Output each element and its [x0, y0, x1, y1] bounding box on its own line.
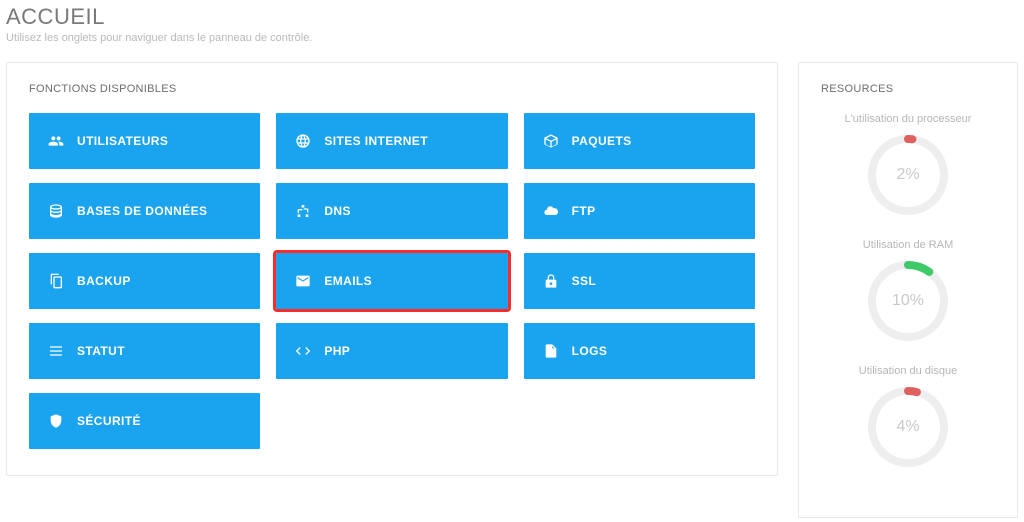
- tile-sitemap[interactable]: DNS: [276, 183, 507, 239]
- page-title: ACCUEIL: [6, 4, 1018, 30]
- tile-package[interactable]: PAQUETS: [524, 113, 755, 169]
- tile-label: PAQUETS: [572, 134, 632, 148]
- tile-lock[interactable]: SSL: [524, 253, 755, 309]
- functions-panel: FONCTIONS DISPONIBLES UTILISATEURS SITES …: [6, 62, 778, 476]
- resource-value: 2%: [866, 133, 950, 217]
- tile-label: PHP: [324, 344, 350, 358]
- tile-label: UTILISATEURS: [77, 134, 168, 148]
- page-subtitle: Utilisez les onglets pour naviguer dans …: [6, 32, 1018, 44]
- tile-envelope[interactable]: EMAILS: [276, 253, 507, 309]
- resource-label: L'utilisation du processeur: [821, 113, 995, 125]
- envelope-icon: [292, 273, 314, 289]
- copy-icon: [45, 273, 67, 289]
- functions-heading: FONCTIONS DISPONIBLES: [29, 83, 755, 95]
- bars-icon: [45, 343, 67, 359]
- tile-cloud[interactable]: FTP: [524, 183, 755, 239]
- tile-users[interactable]: UTILISATEURS: [29, 113, 260, 169]
- tile-file[interactable]: LOGS: [524, 323, 755, 379]
- tile-label: DNS: [324, 204, 351, 218]
- tile-label: EMAILS: [324, 274, 372, 288]
- tile-copy[interactable]: BACKUP: [29, 253, 260, 309]
- tile-label: BACKUP: [77, 274, 131, 288]
- resource-value: 10%: [866, 259, 950, 343]
- resource-label: Utilisation de RAM: [821, 239, 995, 251]
- tile-label: LOGS: [572, 344, 608, 358]
- globe-icon: [292, 133, 314, 149]
- resource-gauge: Utilisation de RAM 10%: [821, 239, 995, 343]
- tile-shield[interactable]: SÉCURITÉ: [29, 393, 260, 449]
- file-icon: [540, 343, 562, 359]
- package-icon: [540, 133, 562, 149]
- resource-value: 4%: [866, 385, 950, 469]
- tile-label: BASES DE DONNÉES: [77, 204, 207, 218]
- resource-label: Utilisation du disque: [821, 365, 995, 377]
- tile-label: SÉCURITÉ: [77, 414, 141, 428]
- tile-bars[interactable]: STATUT: [29, 323, 260, 379]
- resources-heading: RESOURCES: [821, 83, 995, 95]
- database-icon: [45, 203, 67, 219]
- tile-code[interactable]: PHP: [276, 323, 507, 379]
- resources-panel: RESOURCES L'utilisation du processeur 2% U…: [798, 62, 1018, 518]
- sitemap-icon: [292, 203, 314, 219]
- tile-label: STATUT: [77, 344, 125, 358]
- tile-globe[interactable]: SITES INTERNET: [276, 113, 507, 169]
- tile-database[interactable]: BASES DE DONNÉES: [29, 183, 260, 239]
- cloud-icon: [540, 203, 562, 219]
- tile-label: SSL: [572, 274, 597, 288]
- lock-icon: [540, 273, 562, 289]
- tile-label: SITES INTERNET: [324, 134, 428, 148]
- users-icon: [45, 133, 67, 149]
- resource-gauge: L'utilisation du processeur 2%: [821, 113, 995, 217]
- code-icon: [292, 343, 314, 359]
- shield-icon: [45, 413, 67, 429]
- tile-label: FTP: [572, 204, 596, 218]
- resource-gauge: Utilisation du disque 4%: [821, 365, 995, 469]
- tile-grid: UTILISATEURS SITES INTERNET PAQUETS BASES D…: [29, 113, 755, 449]
